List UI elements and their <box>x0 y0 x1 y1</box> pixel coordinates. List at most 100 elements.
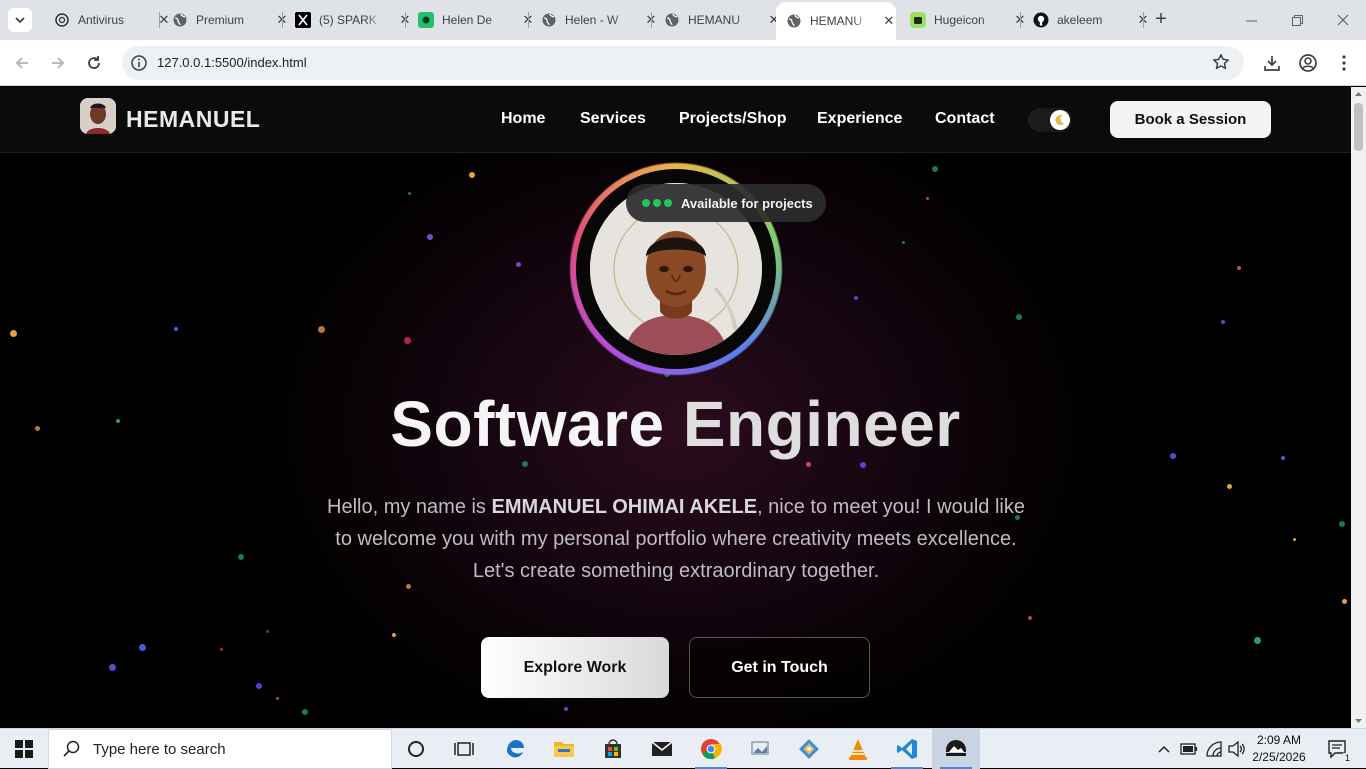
close-icon[interactable]: ✕ <box>882 13 896 29</box>
speaker-icon <box>1228 741 1245 757</box>
nav-contact[interactable]: Contact <box>935 110 995 128</box>
tab-helen-w[interactable]: Helen - W ✕ <box>527 0 659 40</box>
tab-title: (5) SPARK <box>319 13 377 27</box>
info-icon[interactable] <box>130 54 148 72</box>
tab-hemanu-1[interactable]: HEMANU ✕ <box>650 0 782 40</box>
status-dots-icon <box>642 199 672 207</box>
clock-time: 2:09 AM <box>1256 733 1302 747</box>
taskbar-vscode[interactable] <box>883 729 931 769</box>
nav-projects-shop[interactable]: Projects/Shop <box>679 110 787 128</box>
tab-hemanu-active[interactable]: HEMANU ✕ <box>776 2 896 40</box>
back-button[interactable] <box>10 51 34 75</box>
taskbar-mail[interactable] <box>638 729 686 769</box>
taskbar-search[interactable]: Type here to search <box>48 729 392 769</box>
restore-button[interactable] <box>1274 0 1320 40</box>
tab-premium[interactable]: Premium ✕ <box>158 0 290 40</box>
theme-toggle[interactable] <box>1028 108 1072 132</box>
particle <box>932 166 938 172</box>
forward-button[interactable] <box>46 51 70 75</box>
windows-taskbar: Type here to search 2:09 AM 2/25/2026 1 <box>0 728 1366 769</box>
minimize-button[interactable] <box>1228 0 1274 40</box>
tab-title: Hugeicon <box>934 13 985 27</box>
close-icon <box>1337 14 1349 26</box>
taskbar-clock[interactable]: 2:09 AM 2/25/2026 <box>1246 732 1312 766</box>
taskbar-file-explorer[interactable] <box>540 729 588 769</box>
task-view-button[interactable] <box>440 729 488 769</box>
store-icon <box>605 739 621 758</box>
show-hidden-icons[interactable] <box>1154 729 1174 769</box>
scrollbar-thumb[interactable] <box>1354 103 1363 151</box>
task-view-icon <box>454 742 474 756</box>
url-text[interactable]: 127.0.0.1:5500/index.html <box>157 55 307 70</box>
availability-badge: Available for projects <box>626 184 826 222</box>
tab-title: Helen De <box>442 13 493 27</box>
brand-logo-avatar[interactable] <box>80 98 116 134</box>
arrow-right-icon <box>52 57 65 69</box>
battery-status[interactable] <box>1178 729 1200 769</box>
particle <box>404 337 411 344</box>
particle <box>109 664 116 671</box>
particle <box>220 648 223 651</box>
particle <box>564 707 568 711</box>
profile-icon <box>1299 54 1317 72</box>
taskbar-git[interactable] <box>785 729 833 769</box>
taskbar-vlc[interactable] <box>834 729 882 769</box>
arrow-left-icon <box>15 57 28 69</box>
folder-icon <box>554 742 574 757</box>
search-icon <box>63 740 80 757</box>
close-window-button[interactable] <box>1320 0 1366 40</box>
particle <box>238 554 244 560</box>
tab-helen-de[interactable]: Helen De ✕ <box>404 0 536 40</box>
hero-title-second: Engineer <box>682 388 961 460</box>
particle <box>516 262 521 267</box>
menu-button[interactable] <box>1332 51 1356 75</box>
cortana-button[interactable] <box>392 729 440 769</box>
taskbar-store[interactable] <box>589 729 637 769</box>
start-button[interactable] <box>0 729 48 769</box>
downloads-button[interactable] <box>1260 51 1284 75</box>
taskbar-app[interactable] <box>736 729 784 769</box>
minimize-icon <box>1245 20 1257 21</box>
particle <box>926 197 929 200</box>
hero-title: Software Engineer <box>0 387 1351 461</box>
app-icon <box>946 740 966 756</box>
taskbar-active-app[interactable] <box>932 729 980 769</box>
nav-home[interactable]: Home <box>501 110 545 128</box>
app-icon <box>418 12 434 28</box>
action-center-button[interactable]: 1 <box>1318 729 1358 769</box>
tab-hugeicons[interactable]: Hugeicon ✕ <box>896 0 1028 40</box>
globe-icon <box>664 12 680 28</box>
particle <box>174 327 178 331</box>
brand-name[interactable]: HEMANUEL <box>126 106 260 133</box>
explore-work-button[interactable]: Explore Work <box>481 637 669 698</box>
app-icon <box>751 741 769 755</box>
scroll-down-icon[interactable] <box>1354 717 1363 725</box>
tab-antivirus[interactable]: Antivirus ✕ <box>40 0 172 40</box>
volume-control[interactable] <box>1226 729 1248 769</box>
get-in-touch-button[interactable]: Get in Touch <box>689 637 870 698</box>
particle <box>1293 538 1296 541</box>
windows-logo-icon <box>15 740 33 758</box>
nav-services[interactable]: Services <box>580 110 646 128</box>
tab-spark[interactable]: (5) SPARK ✕ <box>281 0 413 40</box>
nav-experience[interactable]: Experience <box>817 110 902 128</box>
book-session-button[interactable]: Book a Session <box>1110 101 1271 138</box>
taskbar-edge[interactable] <box>491 729 539 769</box>
taskbar-chrome[interactable] <box>687 729 735 769</box>
particle <box>1221 320 1225 324</box>
new-tab-button[interactable]: + <box>1150 8 1172 32</box>
tab-github[interactable]: akeleem ✕ <box>1019 0 1151 40</box>
vlc-icon <box>849 739 867 760</box>
tab-title: Premium <box>196 13 245 27</box>
scroll-up-icon[interactable] <box>1354 90 1363 98</box>
wifi-icon <box>1206 741 1222 757</box>
network-status[interactable] <box>1203 729 1225 769</box>
tab-search-button[interactable] <box>8 8 32 32</box>
page-scrollbar[interactable] <box>1351 87 1366 728</box>
profile-button[interactable] <box>1296 51 1320 75</box>
address-bar[interactable]: 127.0.0.1:5500/index.html <box>122 46 1244 80</box>
vscode-icon <box>897 739 917 759</box>
star-icon[interactable] <box>1212 53 1230 71</box>
particle <box>427 234 433 240</box>
reload-button[interactable] <box>82 51 106 75</box>
